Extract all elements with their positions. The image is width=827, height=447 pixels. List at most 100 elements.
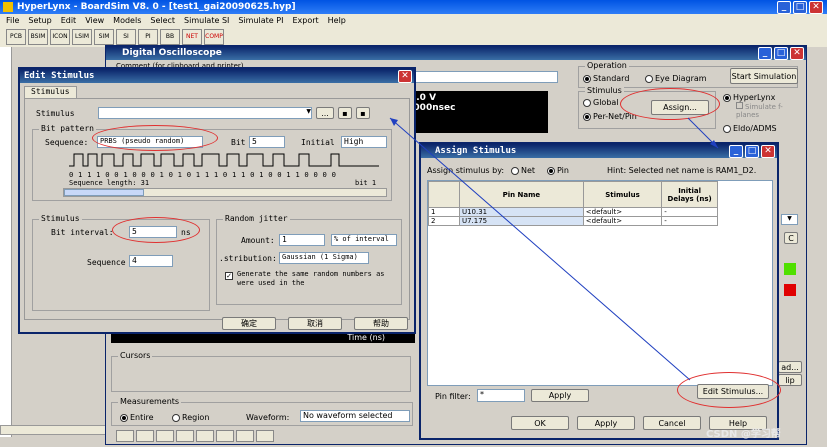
menu-edit[interactable]: Edit <box>61 16 77 25</box>
global-radio[interactable]: Global <box>583 98 619 107</box>
bottom-scroll[interactable] <box>0 425 110 435</box>
hyperlynx-radio[interactable]: HyperLynx <box>723 93 775 102</box>
maximize-icon[interactable]: □ <box>793 0 807 14</box>
scope-tool-icon[interactable] <box>196 430 214 442</box>
amount-unit-select[interactable]: % of interval <box>331 234 397 246</box>
osc-minimize-icon[interactable]: _ <box>758 46 772 60</box>
stimulus-group-label: Stimulus <box>585 86 624 95</box>
scope-tool-icon[interactable] <box>176 430 194 442</box>
distribution-label: .stribution: <box>219 254 277 263</box>
amount-value: 1 <box>282 235 287 244</box>
menu-models[interactable]: Models <box>113 16 141 25</box>
osc-close-icon[interactable]: ✕ <box>790 46 804 60</box>
menu-help[interactable]: Help <box>328 16 346 25</box>
row-header-corner <box>428 181 460 208</box>
net-tool-icon[interactable]: NET <box>182 29 202 45</box>
delay-cell[interactable]: - <box>661 216 718 226</box>
save-icon[interactable]: ▪ <box>338 107 352 119</box>
menu-file[interactable]: File <box>6 16 19 25</box>
pin-filter-value: * <box>480 390 484 399</box>
cursors-group: Cursors <box>111 351 411 392</box>
comment-field[interactable] <box>406 71 558 83</box>
assign-maximize-icon[interactable]: □ <box>745 144 759 158</box>
scope-tool-icon[interactable] <box>116 430 134 442</box>
assign-close-icon[interactable]: ✕ <box>761 144 775 158</box>
region-radio[interactable]: Region <box>172 413 209 422</box>
sim-tool-icon[interactable]: SIM <box>94 29 114 45</box>
menu-bar: File Setup Edit View Models Select Simul… <box>0 14 827 27</box>
browse-button[interactable]: ... <box>316 107 334 119</box>
initial-select[interactable]: High <box>341 136 387 148</box>
close-icon[interactable]: ✕ <box>809 0 823 14</box>
side-dropdown[interactable]: ▼ <box>781 214 798 225</box>
scope-tool-icon[interactable] <box>236 430 254 442</box>
green-swatch[interactable] <box>784 263 796 275</box>
bb-tool-icon[interactable]: BB <box>160 29 180 45</box>
menu-simulate-pi[interactable]: Simulate PI <box>238 16 283 25</box>
assign-titlebar: Assign Stimulus _ □ ✕ <box>421 144 777 158</box>
pcb-tool-icon[interactable]: PCB <box>6 29 26 45</box>
menu-view[interactable]: View <box>85 16 104 25</box>
waveform-field[interactable]: No waveform selected <box>300 410 410 422</box>
scope-volts: 2.0 V <box>410 93 437 103</box>
minimize-icon[interactable]: _ <box>777 0 791 14</box>
tab-stimulus[interactable]: Stimulus <box>24 86 77 98</box>
pin-radio[interactable]: Pin <box>547 166 569 175</box>
comp-tool-icon[interactable]: COMP <box>204 29 224 45</box>
menu-export[interactable]: Export <box>292 16 318 25</box>
osc-maximize-icon[interactable]: □ <box>774 46 788 60</box>
stimulus-cell[interactable]: <default> <box>582 207 663 217</box>
assign-apply-button[interactable]: Apply <box>577 416 635 430</box>
red-swatch[interactable] <box>784 284 796 296</box>
pattern-scrollbar[interactable] <box>63 188 387 197</box>
generate-checkbox[interactable]: ✓ <box>225 272 233 280</box>
left-strip <box>0 47 12 437</box>
side-c-button[interactable]: C <box>784 232 798 244</box>
filter-apply-button[interactable]: Apply <box>531 389 589 402</box>
stimulus-cell[interactable]: <default> <box>582 216 663 226</box>
menu-setup[interactable]: Setup <box>28 16 51 25</box>
edit-close-icon[interactable]: ✕ <box>398 69 412 83</box>
lsim-tool-icon[interactable]: LSIM <box>72 29 92 45</box>
save-as-icon[interactable]: ▪ <box>356 107 370 119</box>
bit-select[interactable]: 5 <box>249 136 285 148</box>
menu-select[interactable]: Select <box>150 16 175 25</box>
amount-input[interactable]: 1 <box>279 234 325 246</box>
pin-table: Pin Name Stimulus Initial Delays (ns) 1 … <box>428 181 718 226</box>
stimulus-select[interactable]: ▼ <box>98 107 312 119</box>
eldo-radio[interactable]: Eldo/ADMS <box>723 124 777 133</box>
si-tool-icon[interactable]: SI <box>116 29 136 45</box>
side-load-button[interactable]: ad... <box>778 361 802 373</box>
scope-tool-icon[interactable] <box>216 430 234 442</box>
assign-minimize-icon[interactable]: _ <box>729 144 743 158</box>
net-radio[interactable]: Net <box>511 166 535 175</box>
scroll-thumb[interactable] <box>64 189 144 196</box>
entire-radio[interactable]: Entire <box>120 413 154 422</box>
table-row[interactable]: 1 U10.31 <default> - <box>428 207 718 217</box>
assign-cancel-button[interactable]: Cancel <box>643 416 701 430</box>
eye-diagram-radio[interactable]: Eye Diagram <box>645 74 707 83</box>
table-row[interactable]: 2 U7.175 <default> - <box>428 216 718 226</box>
pin-filter-input[interactable]: * <box>477 389 525 402</box>
scope-tool-icon[interactable] <box>256 430 274 442</box>
pi-tool-icon[interactable]: PI <box>138 29 158 45</box>
assign-ok-button[interactable]: OK <box>511 416 569 430</box>
delay-cell[interactable]: - <box>661 207 718 217</box>
bsim-tool-icon[interactable]: BSIM <box>28 29 48 45</box>
scope-tool-icon[interactable] <box>136 430 154 442</box>
pin-cell[interactable]: U10.31 <box>458 207 584 217</box>
sequence2-spinner[interactable]: 4 <box>129 255 173 267</box>
cancel-button[interactable]: 取消 <box>288 317 342 330</box>
scope-tool-icon[interactable] <box>156 430 174 442</box>
eye-label: Eye Diagram <box>655 74 707 83</box>
operation-label: Operation <box>585 61 629 70</box>
distribution-select[interactable]: Gaussian (1 Sigma) <box>279 252 369 264</box>
icon-tool-icon[interactable]: ICON <box>50 29 70 45</box>
help-button[interactable]: 帮助 <box>354 317 408 330</box>
standard-radio[interactable]: Standard <box>583 74 629 83</box>
menu-simulate-si[interactable]: Simulate SI <box>184 16 229 25</box>
side-clip-button[interactable]: lip <box>778 374 802 386</box>
ok-button[interactable]: 确定 <box>222 317 276 330</box>
start-simulation-button[interactable]: Start Simulation <box>730 68 798 84</box>
pin-cell[interactable]: U7.175 <box>458 216 584 226</box>
